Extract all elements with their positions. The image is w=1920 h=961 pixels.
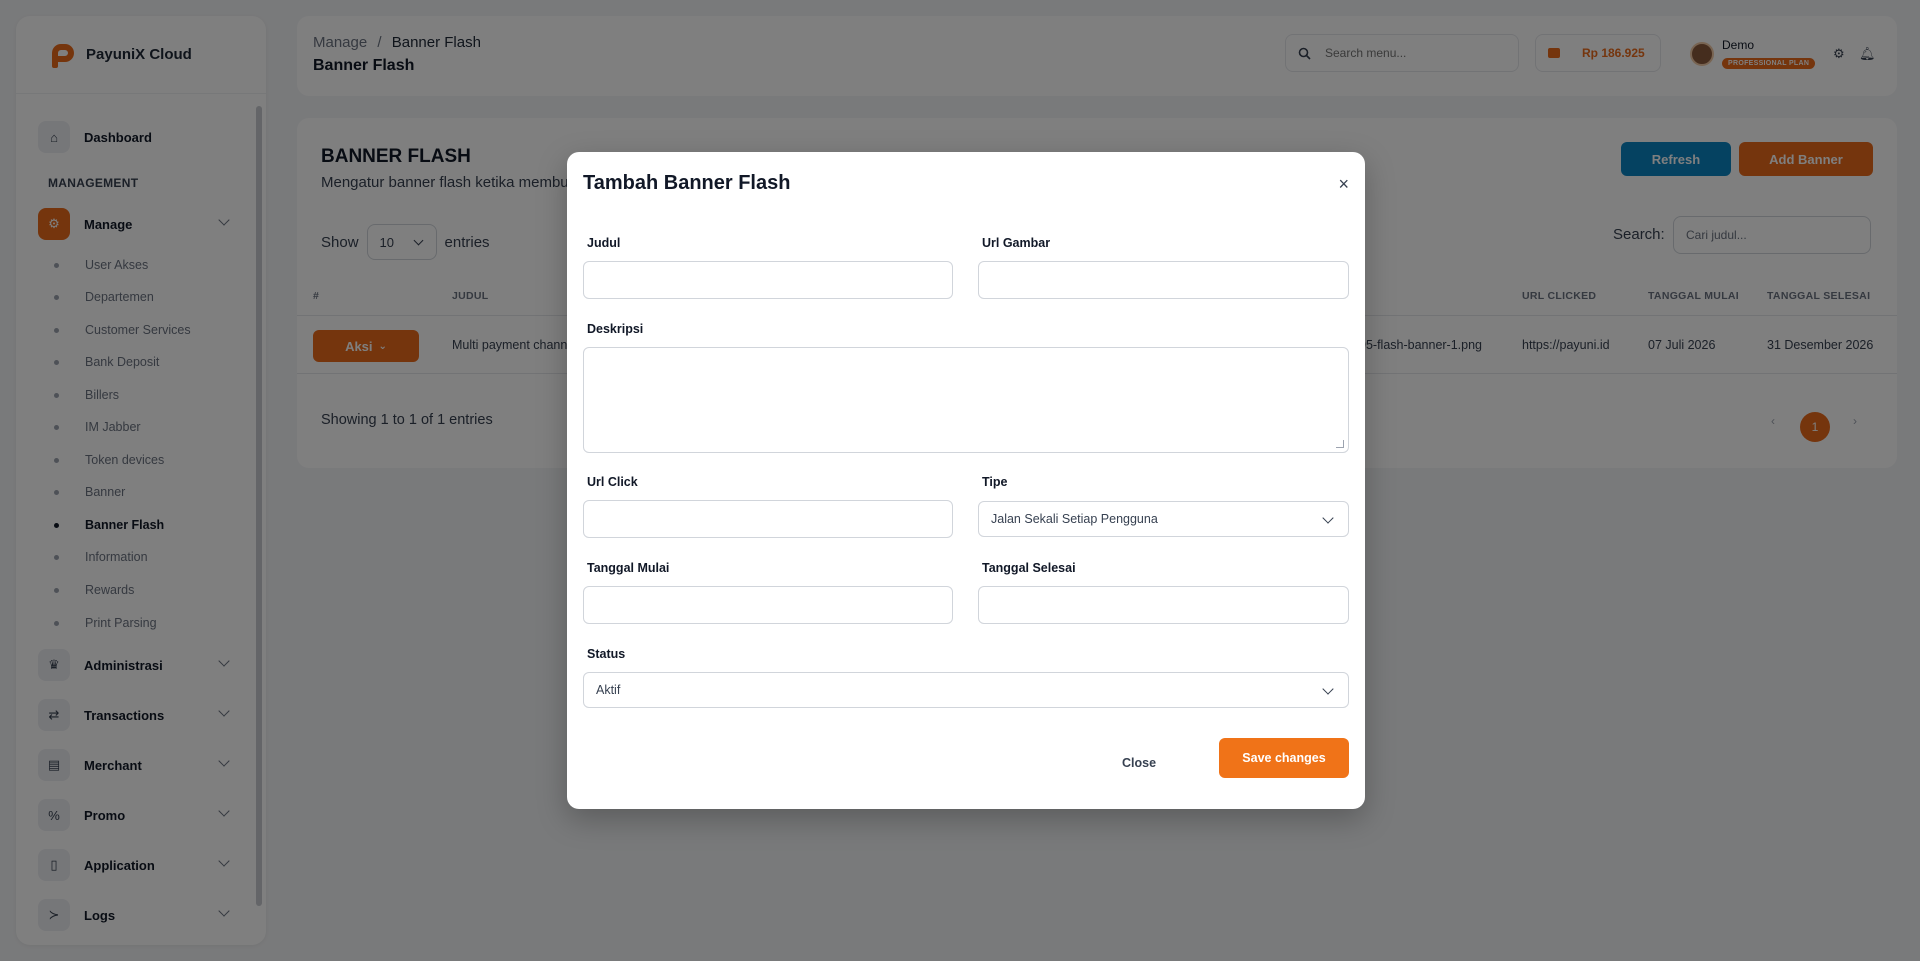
chevron-down-icon [1322, 512, 1334, 524]
save-changes-button[interactable]: Save changes [1219, 738, 1349, 778]
status-selected-value: Aktif [596, 683, 621, 697]
add-banner-flash-modal: Tambah Banner Flash × Judul Url Gambar D… [567, 152, 1365, 809]
modal-title: Tambah Banner Flash [583, 172, 791, 194]
judul-input[interactable] [583, 261, 953, 299]
close-button[interactable]: Close [1122, 756, 1156, 770]
chevron-down-icon [1322, 683, 1334, 695]
tipe-selected-value: Jalan Sekali Setiap Pengguna [991, 512, 1158, 526]
status-select[interactable]: Aktif [583, 672, 1349, 708]
tanggal-selesai-input[interactable] [978, 586, 1349, 624]
status-label: Status [587, 647, 626, 661]
resize-handle-icon[interactable] [1336, 440, 1344, 448]
url-click-label: Url Click [587, 475, 638, 489]
tanggal-selesai-label: Tanggal Selesai [982, 561, 1076, 575]
tipe-label: Tipe [982, 475, 1008, 489]
tanggal-mulai-label: Tanggal Mulai [587, 561, 670, 575]
tipe-select[interactable]: Jalan Sekali Setiap Pengguna [978, 501, 1349, 537]
judul-label: Judul [587, 236, 621, 250]
deskripsi-textarea[interactable] [583, 347, 1349, 453]
deskripsi-label: Deskripsi [587, 322, 644, 336]
close-icon[interactable]: × [1338, 174, 1349, 195]
url-gambar-label: Url Gambar [982, 236, 1051, 250]
url-gambar-input[interactable] [978, 261, 1349, 299]
url-click-input[interactable] [583, 500, 953, 538]
tanggal-mulai-input[interactable] [583, 586, 953, 624]
